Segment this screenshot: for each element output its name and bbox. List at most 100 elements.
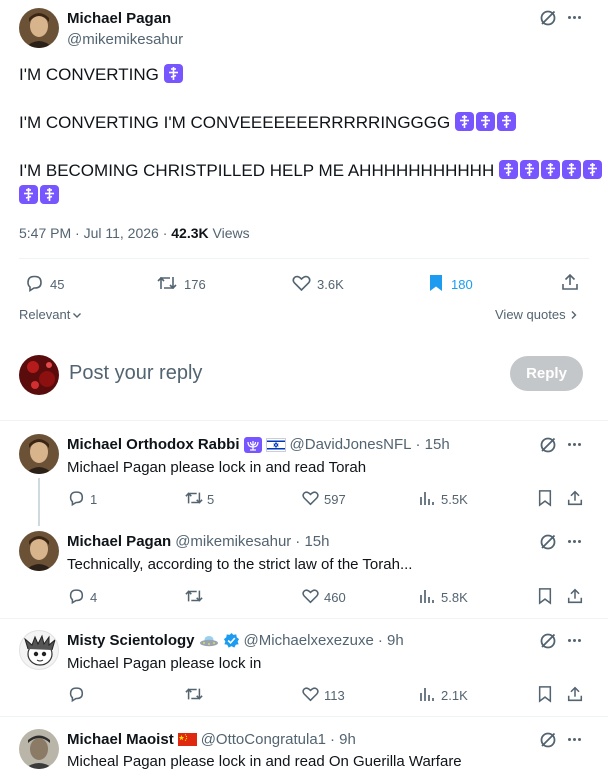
reply-text: Michael Pagan please lock in and read To…: [67, 459, 367, 476]
views-icon[interactable]: [419, 489, 435, 507]
like-icon[interactable]: [301, 587, 320, 605]
like-icon[interactable]: [291, 273, 312, 293]
like-icon[interactable]: [301, 685, 320, 703]
tweet-line-2-text: I'M CONVERTING I'M CONVEEEEEEERRRRRINGGG…: [19, 113, 451, 132]
orthodox-cross-emoji: [498, 160, 518, 179]
like-count: 113: [324, 688, 345, 703]
orthodox-cross-emoji: [582, 160, 602, 179]
repost-icon[interactable]: [184, 489, 204, 507]
reply-avatar[interactable]: [19, 531, 59, 571]
divider: [0, 618, 608, 619]
views-count: 2.1K: [441, 688, 468, 703]
author-handle[interactable]: @mikemikesahur: [67, 31, 183, 48]
reply-count: 1: [90, 492, 98, 507]
like-icon[interactable]: [301, 489, 320, 507]
tweet-line-1-text: I'M CONVERTING: [19, 65, 159, 84]
bookmark-icon[interactable]: [537, 685, 553, 703]
reply-count: 45: [50, 277, 65, 292]
verified-badge-icon: [223, 632, 239, 648]
tweet-line-3-text: I'M BECOMING CHRISTPILLED HELP ME AHHHHH…: [19, 161, 495, 180]
ufo-emoji: [199, 635, 218, 646]
bookmark-icon[interactable]: [427, 273, 445, 293]
bookmark-icon[interactable]: [537, 489, 553, 507]
grok-icon[interactable]: [539, 533, 557, 551]
reply-header: Misty Scientology @Michaelxexezuxe · 9h: [67, 632, 404, 649]
reply-avatar[interactable]: [19, 630, 59, 670]
views-count: 5.5K: [441, 492, 468, 507]
grok-icon[interactable]: [539, 632, 557, 650]
reply-time[interactable]: · 9h: [378, 632, 404, 649]
grok-icon[interactable]: [539, 436, 557, 454]
views-label: Views: [212, 225, 250, 241]
orthodox-cross-emoji: [40, 185, 59, 204]
reply-avatar[interactable]: [19, 434, 59, 474]
grok-icon[interactable]: [539, 731, 557, 749]
orthodox-cross-emoji: [540, 160, 560, 179]
share-icon[interactable]: [566, 489, 584, 507]
repost-icon[interactable]: [184, 685, 204, 703]
current-user-avatar[interactable]: [19, 355, 59, 395]
reply-text: Micheal Pagan please lock in and read On…: [67, 753, 462, 770]
reply-author-name[interactable]: Michael Maoist: [67, 731, 174, 748]
reply-text: Michael Pagan please lock in: [67, 655, 262, 672]
reply-header: Michael Orthodox Rabbi @DavidJonesNFL · …: [67, 436, 450, 453]
orthodox-cross-emoji: [19, 185, 38, 204]
author-name[interactable]: Michael Pagan: [67, 10, 171, 27]
reply-time[interactable]: · 15h: [415, 436, 449, 453]
views-count: 5.8K: [441, 590, 468, 605]
chevron-right-icon: [571, 310, 577, 319]
repost-icon[interactable]: [156, 273, 178, 293]
thread-line: [38, 478, 40, 526]
more-options-icon[interactable]: [568, 639, 581, 642]
share-icon[interactable]: [560, 272, 580, 292]
reply-composer-input[interactable]: Post your reply: [69, 362, 202, 385]
more-options-icon[interactable]: [568, 16, 581, 19]
reply-button[interactable]: Reply: [510, 356, 583, 391]
reply-author-name[interactable]: Michael Orthodox Rabbi: [67, 436, 240, 453]
reply-author-name[interactable]: Michael Pagan: [67, 533, 171, 550]
reply-author-handle[interactable]: @Michaelxexezuxe: [244, 632, 374, 649]
chevron-down-icon: [73, 312, 82, 318]
reply-icon[interactable]: [67, 685, 85, 703]
divider: [0, 420, 608, 421]
reply-time[interactable]: · 15h: [295, 533, 329, 550]
orthodox-cross-emoji: [454, 112, 474, 131]
views-icon[interactable]: [419, 587, 435, 605]
divider: [0, 716, 608, 717]
tweet-line-3: I'M BECOMING CHRISTPILLED HELP ME AHHHHH…: [19, 159, 604, 183]
reply-icon[interactable]: [24, 273, 44, 293]
view-quotes-link[interactable]: View quotes: [495, 307, 578, 322]
tweet-line-3-wrap: [19, 184, 61, 208]
reply-icon[interactable]: [67, 489, 85, 507]
tweet-timestamp[interactable]: 5:47 PM · Jul 11, 2026 ·: [19, 225, 167, 241]
reply-text: Technically, according to the strict law…: [67, 556, 413, 573]
share-icon[interactable]: [566, 587, 584, 605]
sort-dropdown-label: Relevant: [19, 307, 71, 322]
reply-author-handle[interactable]: @DavidJonesNFL: [290, 436, 412, 453]
more-options-icon[interactable]: [568, 738, 581, 741]
views-icon[interactable]: [419, 685, 435, 703]
sort-dropdown[interactable]: Relevant: [19, 307, 82, 322]
israel-flag-icon: [265, 437, 286, 452]
orthodox-cross-emoji: [496, 112, 516, 131]
divider: [19, 258, 589, 259]
reply-author-handle[interactable]: @mikemikesahur: [175, 533, 291, 550]
share-icon[interactable]: [566, 685, 584, 703]
reply-author-handle[interactable]: @OttoCongratula1: [201, 731, 326, 748]
reply-header: Michael Pagan @mikemikesahur · 15h: [67, 533, 330, 550]
more-options-icon[interactable]: [568, 443, 581, 446]
menorah-emoji: [243, 436, 262, 453]
view-quotes-label: View quotes: [495, 307, 566, 322]
author-avatar[interactable]: [19, 8, 59, 48]
reply-time[interactable]: · 9h: [330, 731, 356, 748]
repost-count: 5: [207, 492, 215, 507]
more-options-icon[interactable]: [568, 540, 581, 543]
grok-icon[interactable]: [539, 9, 557, 27]
reply-icon[interactable]: [67, 587, 85, 605]
reply-avatar[interactable]: [19, 729, 59, 769]
repost-icon[interactable]: [184, 587, 204, 605]
bookmark-icon[interactable]: [537, 587, 553, 605]
tweet-meta: 5:47 PM · Jul 11, 2026 · 42.3K Views: [19, 225, 250, 241]
orthodox-cross-emoji: [561, 160, 581, 179]
reply-author-name[interactable]: Misty Scientology: [67, 632, 195, 649]
